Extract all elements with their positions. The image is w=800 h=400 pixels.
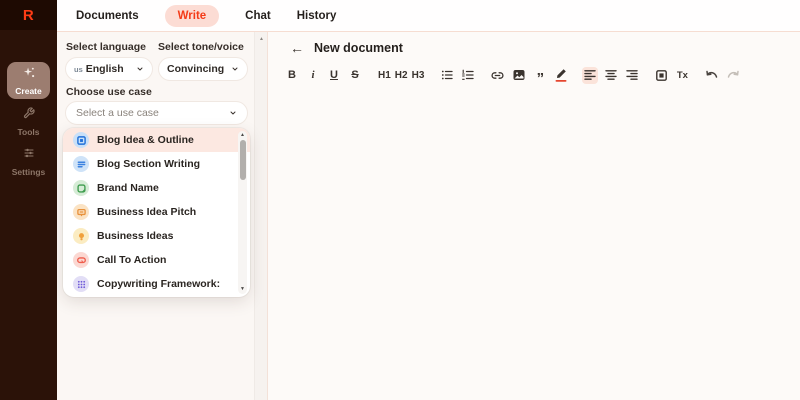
list-item-business-ideas[interactable]: Business Ideas <box>63 224 250 248</box>
highlight-pen-icon[interactable] <box>553 67 569 84</box>
scroll-down-icon[interactable]: ▼ <box>238 286 247 293</box>
sliders-icon <box>23 146 35 164</box>
app-sidebar: R Create Tools Settings <box>0 0 57 400</box>
tab-documents[interactable]: Documents <box>76 10 139 22</box>
align-center-icon[interactable] <box>603 67 619 84</box>
tone-label: Select tone/voice <box>158 41 244 53</box>
code-block-icon[interactable] <box>653 67 669 84</box>
business-pitch-icon <box>73 204 89 220</box>
call-to-action-icon <box>73 252 89 268</box>
list-item-brand-name[interactable]: Brand Name <box>63 176 250 200</box>
dropdown-scroll-thumb[interactable] <box>239 140 246 180</box>
sidebar-item-tools[interactable]: Tools <box>0 106 57 137</box>
heading2-button[interactable]: H2 <box>393 67 410 84</box>
redo-icon[interactable] <box>725 67 742 84</box>
us-flag-icon: us <box>74 64 83 74</box>
document-canvas[interactable] <box>268 92 800 400</box>
back-arrow-icon[interactable]: ← <box>290 41 304 55</box>
use-case-placeholder: Select a use case <box>76 107 159 119</box>
copywriting-framework-icon <box>73 276 89 292</box>
use-case-dropdown: Blog Idea & Outline Blog Section Writing… <box>63 128 250 297</box>
sidebar-item-settings[interactable]: Settings <box>0 146 57 177</box>
dropdown-scrollbar[interactable]: ▲ ▼ <box>238 131 247 294</box>
sparkles-icon <box>22 66 35 84</box>
list-item-copywriting-framework[interactable]: Copywriting Framework: <box>63 272 250 296</box>
undo-icon[interactable] <box>703 67 720 84</box>
heading3-button[interactable]: H3 <box>410 67 427 84</box>
language-select[interactable]: us English <box>65 57 153 81</box>
brand-name-icon <box>73 180 89 196</box>
panel-scrollbar[interactable]: ▲ <box>254 32 267 400</box>
blog-idea-icon <box>73 132 89 148</box>
tab-history[interactable]: History <box>297 10 337 22</box>
list-item-business-idea-pitch[interactable]: Business Idea Pitch <box>63 200 250 224</box>
align-right-icon[interactable] <box>624 67 640 84</box>
sidebar-item-label: Create <box>15 85 42 96</box>
wrench-icon <box>23 106 35 124</box>
align-left-icon[interactable] <box>582 66 599 84</box>
italic-button[interactable]: i <box>305 67 321 84</box>
tone-select[interactable]: Convincing <box>158 57 248 81</box>
document-title[interactable]: New document <box>314 41 403 55</box>
image-icon[interactable] <box>511 67 527 84</box>
link-icon[interactable] <box>489 67 506 84</box>
business-ideas-icon <box>73 228 89 244</box>
sidebar-item-create[interactable]: Create <box>7 62 50 99</box>
clear-format-button[interactable]: Tx <box>674 67 690 84</box>
use-case-label: Choose use case <box>66 86 152 98</box>
sidebar-item-label: Tools <box>17 127 40 137</box>
chevron-down-icon <box>229 109 237 117</box>
chevron-down-icon <box>136 65 144 73</box>
top-nav: Documents Write Chat History <box>57 0 800 31</box>
sidebar-item-label: Settings <box>11 167 46 177</box>
list-item-blog-idea-outline[interactable]: Blog Idea & Outline <box>63 128 250 152</box>
logo-letter: R <box>22 6 35 24</box>
app-logo[interactable]: R <box>0 0 57 30</box>
tone-value: Convincing <box>167 63 225 75</box>
underline-button[interactable]: U <box>326 67 342 84</box>
ordered-list-icon[interactable] <box>460 67 476 84</box>
heading1-button[interactable]: H1 <box>376 67 393 84</box>
language-value: English <box>85 63 124 75</box>
bold-button[interactable]: B <box>284 67 300 84</box>
chevron-down-icon <box>231 65 239 73</box>
use-case-select[interactable]: Select a use case <box>65 101 248 125</box>
strikethrough-button[interactable]: S <box>347 67 363 84</box>
list-item-blog-section-writing[interactable]: Blog Section Writing <box>63 152 250 176</box>
scroll-up-icon[interactable]: ▲ <box>255 36 268 42</box>
tab-write[interactable]: Write <box>164 4 220 27</box>
blog-section-icon <box>73 156 89 172</box>
language-label: Select language <box>66 41 146 53</box>
tab-chat[interactable]: Chat <box>245 10 271 22</box>
editor-toolbar: B i U S H1 H2 H3 ” Tx <box>284 66 742 86</box>
list-item-call-to-action[interactable]: Call To Action <box>63 248 250 272</box>
editor-area[interactable]: ← New document B i U S H1 H2 H3 ” Tx <box>268 32 800 400</box>
blockquote-icon[interactable]: ” <box>532 67 548 86</box>
document-header: ← New document <box>290 41 403 55</box>
scroll-up-icon[interactable]: ▲ <box>238 132 247 139</box>
bullet-list-icon[interactable] <box>439 67 455 84</box>
compose-panel: Select language Select tone/voice us Eng… <box>57 32 254 400</box>
